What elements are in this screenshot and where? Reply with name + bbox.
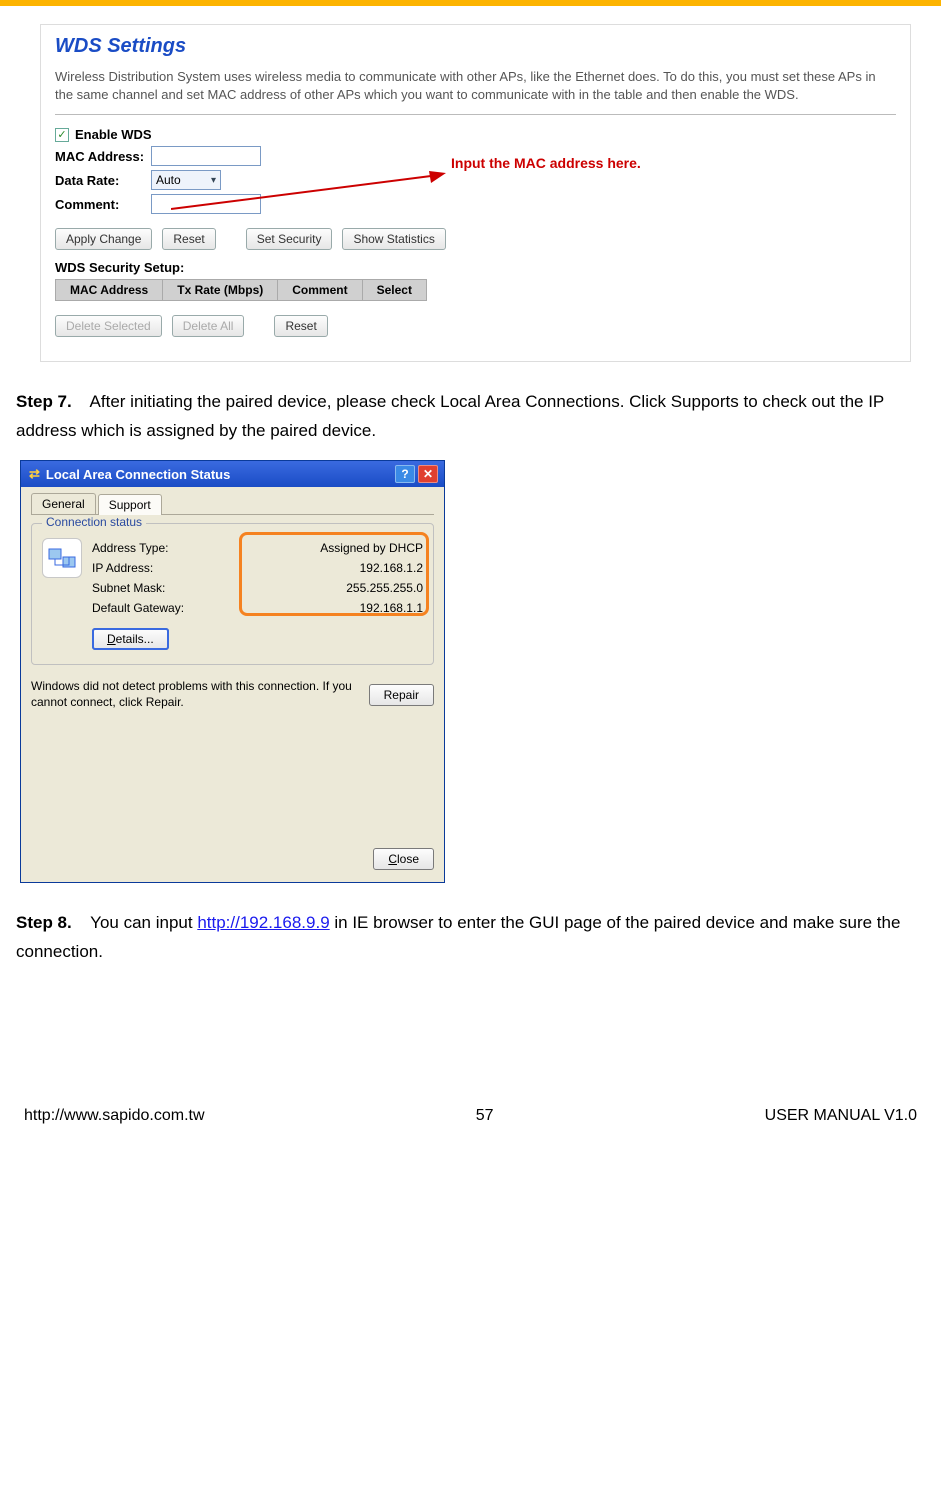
step-7-block: Step 7. After initiating the paired devi… <box>16 388 921 446</box>
dialog-title: Local Area Connection Status <box>46 467 230 482</box>
subnet-mask-label: Subnet Mask: <box>92 581 165 595</box>
subnet-mask-value: 255.255.255.0 <box>346 581 423 595</box>
footer-page-number: 57 <box>476 1107 494 1125</box>
repair-text: Windows did not detect problems with thi… <box>31 679 357 710</box>
delete-all-button[interactable]: Delete All <box>172 315 245 337</box>
wds-security-table: MAC Address Tx Rate (Mbps) Comment Selec… <box>55 279 427 301</box>
mac-input-annotation: Input the MAC address here. <box>451 155 641 171</box>
network-icon: ⇄ <box>29 466 40 482</box>
mac-address-label: MAC Address: <box>55 149 151 164</box>
repair-button[interactable]: Repair <box>369 684 434 706</box>
step-7-text: After initiating the paired device, plea… <box>16 392 884 440</box>
footer-manual-version: USER MANUAL V1.0 <box>765 1107 917 1125</box>
details-button[interactable]: DDetails...etails... <box>92 628 169 650</box>
apply-change-button[interactable]: Apply Change <box>55 228 152 250</box>
default-gateway-value: 192.168.1.1 <box>360 601 423 615</box>
paired-device-link[interactable]: http://192.168.9.9 <box>197 913 329 932</box>
address-type-value: Assigned by DHCP <box>320 541 423 555</box>
wds-description: Wireless Distribution System uses wirele… <box>55 68 896 104</box>
wds-security-setup-heading: WDS Security Setup: <box>55 260 896 275</box>
ip-address-value: 192.168.1.2 <box>360 561 423 575</box>
comment-label: Comment: <box>55 197 151 212</box>
divider <box>55 114 896 115</box>
enable-wds-label: Enable WDS <box>75 127 152 142</box>
local-area-connection-status-dialog: ⇄ Local Area Connection Status ? ✕ Gener… <box>20 460 445 883</box>
step-8-text-before: You can input <box>90 913 197 932</box>
tab-bar: General Support <box>31 493 434 515</box>
col-tx-rate: Tx Rate (Mbps) <box>163 280 278 301</box>
top-accent-bar <box>0 0 941 6</box>
reset2-button[interactable]: Reset <box>274 315 327 337</box>
address-type-label: Address Type: <box>92 541 169 555</box>
annotation-arrow-icon <box>171 171 451 211</box>
close-button[interactable]: CloseClose <box>373 848 434 870</box>
step-7-label: Step 7. <box>16 392 72 411</box>
connection-status-fieldset: Connection status Address Type:Assigned … <box>31 523 434 665</box>
enable-wds-checkbox[interactable]: ✓ <box>55 128 69 142</box>
col-select: Select <box>362 280 426 301</box>
show-statistics-button[interactable]: Show Statistics <box>342 228 445 250</box>
reset-button[interactable]: Reset <box>162 228 215 250</box>
fieldset-legend: Connection status <box>42 515 146 529</box>
step-8-block: Step 8. You can input http://192.168.9.9… <box>16 909 921 967</box>
repair-row: Windows did not detect problems with thi… <box>31 679 434 710</box>
wds-title: WDS Settings <box>55 35 896 58</box>
tab-support[interactable]: Support <box>98 494 162 515</box>
col-mac-address: MAC Address <box>56 280 163 301</box>
set-security-button[interactable]: Set Security <box>246 228 333 250</box>
help-button[interactable]: ? <box>395 465 415 483</box>
close-icon[interactable]: ✕ <box>418 465 438 483</box>
connection-icon <box>42 538 82 578</box>
step-8-label: Step 8. <box>16 913 72 932</box>
data-rate-label: Data Rate: <box>55 173 151 188</box>
page-footer: http://www.sapido.com.tw 57 USER MANUAL … <box>10 1107 931 1131</box>
enable-wds-row: ✓ Enable WDS <box>55 127 896 142</box>
mac-address-input[interactable] <box>151 146 261 166</box>
delete-selected-button[interactable]: Delete Selected <box>55 315 162 337</box>
col-comment: Comment <box>278 280 362 301</box>
footer-url: http://www.sapido.com.tw <box>24 1107 205 1125</box>
default-gateway-label: Default Gateway: <box>92 601 184 615</box>
dialog-titlebar: ⇄ Local Area Connection Status ? ✕ <box>21 461 444 487</box>
ip-address-label: IP Address: <box>92 561 153 575</box>
wds-settings-panel: WDS Settings Wireless Distribution Syste… <box>40 24 911 362</box>
tab-general[interactable]: General <box>31 493 96 514</box>
